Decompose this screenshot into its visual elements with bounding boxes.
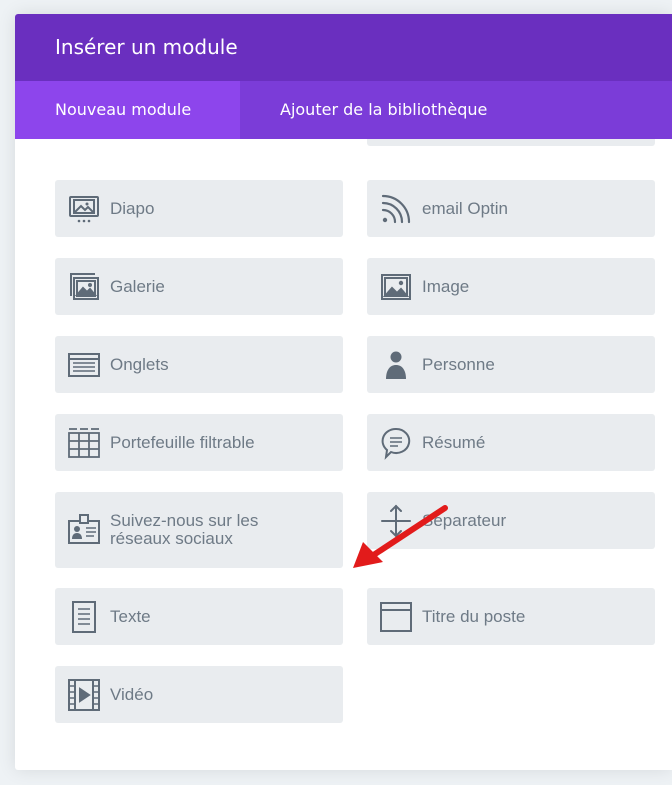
module-label: Texte [110,606,151,626]
text-document-icon [67,600,101,634]
module-filterable-portfolio[interactable]: Portefeuille filtrable [55,414,343,471]
module-video[interactable]: Vidéo [55,666,343,723]
slider-icon [67,192,101,226]
module-tabs[interactable]: Onglets [55,336,343,393]
module-label: Vidéo [110,684,154,704]
module-label: email Optin [422,198,508,218]
module-label: Onglets [110,354,169,374]
tabs-icon [67,348,101,382]
module-image[interactable]: Image [367,258,655,315]
module-post-title[interactable]: Titre du poste [367,588,655,645]
id-badge-icon [67,513,101,547]
module-social-follow[interactable]: Suivez-nous sur les réseaux sociaux [55,492,343,568]
module-label: Titre du poste [422,606,526,626]
module-label: Image [422,276,470,296]
modal-title: Insérer un module [15,14,672,81]
module-slider[interactable]: Diapo [55,180,343,237]
module-label: Diapo [110,198,155,218]
tab-bar: Nouveau module Ajouter de la bibliothèqu… [15,81,672,139]
module-label: Personne [422,354,495,374]
module-person[interactable]: Personne [367,336,655,393]
rss-icon [379,192,413,226]
module-gallery[interactable]: Galerie [55,258,343,315]
module-email-optin[interactable]: email Optin [367,180,655,237]
annotation-arrow-icon [353,505,448,568]
module-label: Portefeuille filtrable [110,432,255,452]
tab-new-module[interactable]: Nouveau module [15,81,240,139]
image-icon [379,270,413,304]
module-text[interactable]: Texte [55,588,343,645]
insert-module-modal: Insérer un module Nouveau module Ajouter… [15,14,672,770]
module-tile-partial[interactable] [367,139,655,146]
speech-bubble-icon [379,426,413,460]
tab-add-from-library[interactable]: Ajouter de la bibliothèque [240,81,527,139]
module-label: Suivez-nous sur les réseaux sociaux [110,511,259,548]
gallery-icon [67,270,101,304]
module-summary[interactable]: Résumé [367,414,655,471]
person-icon [379,348,413,382]
module-label: Galerie [110,276,165,296]
module-list[interactable]: Diapo email Optin Galerie Image Onglets … [15,139,672,770]
video-icon [67,678,101,712]
post-title-icon [379,600,413,634]
module-label: Résumé [422,432,486,452]
grid-icon [67,426,101,460]
